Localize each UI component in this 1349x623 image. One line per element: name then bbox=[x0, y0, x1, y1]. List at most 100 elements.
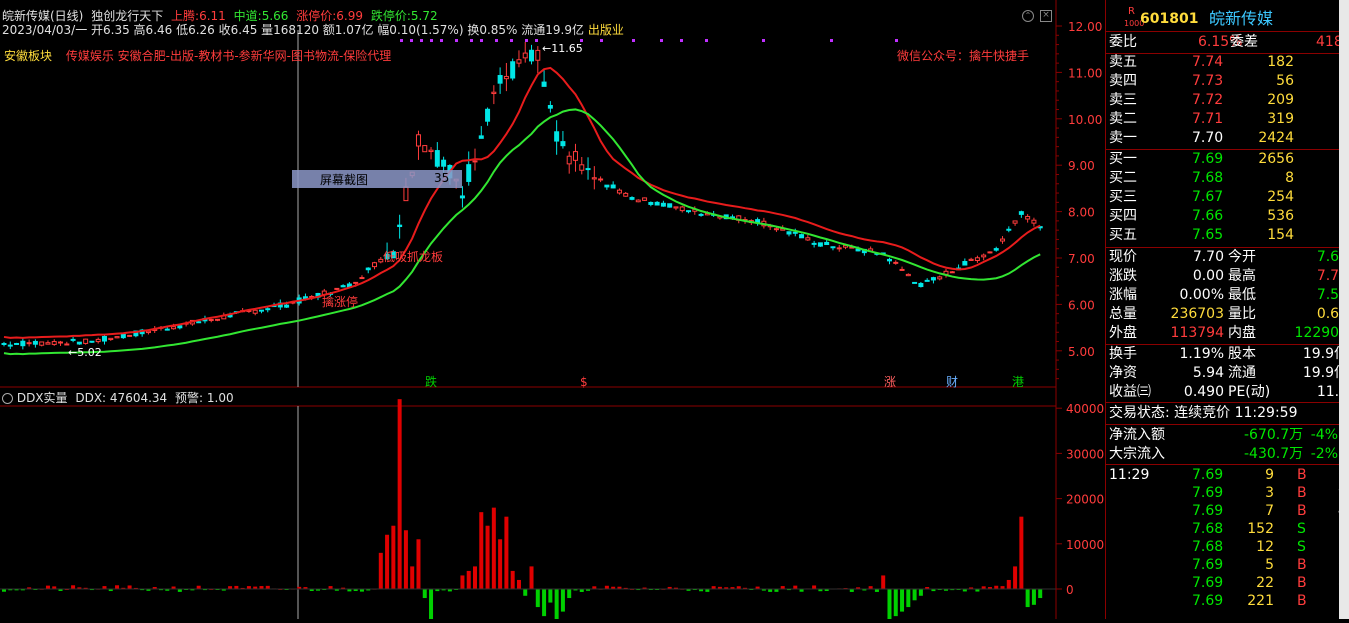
ddx-bar bbox=[516, 579, 521, 589]
stat-label: 量比 bbox=[1228, 306, 1256, 322]
candle-body bbox=[428, 149, 434, 153]
ask-price: 7.71 bbox=[1192, 111, 1224, 127]
bid-row: 买四 7.66 536 bbox=[1106, 207, 1349, 226]
candle-body bbox=[164, 328, 170, 331]
tag-line: 安徽板块 传媒娱乐 安徽合肥-出版-教材书-参新华网-图书物流-保险代理 bbox=[4, 49, 391, 63]
stat-value: 236703 bbox=[1170, 306, 1224, 322]
tick-price: 7.68 bbox=[1192, 521, 1224, 537]
stat-row: 涨跌 0.00 最高 7.75 bbox=[1106, 267, 1349, 286]
candle-body bbox=[127, 334, 133, 337]
chart-header: 皖新传媒(日线) 独创龙行天下 上腾:6.11 中道:5.66 涨停价:6.99… bbox=[2, 9, 438, 23]
sector-tag[interactable]: 安徽板块 bbox=[4, 49, 52, 63]
ddx-bar bbox=[887, 589, 892, 621]
tick-row: 7.697B4 bbox=[1106, 502, 1349, 521]
tick-row: 7.693B9 bbox=[1106, 484, 1349, 503]
signal-dot bbox=[600, 39, 603, 42]
tick-side: B bbox=[1297, 485, 1307, 501]
tick-row: 7.68152S5 bbox=[1106, 520, 1349, 539]
bid-price: 7.67 bbox=[1192, 189, 1224, 205]
candle-body bbox=[579, 164, 585, 171]
stat-value: 5.94 bbox=[1192, 365, 1224, 381]
bid-price: 7.65 bbox=[1192, 227, 1224, 243]
candle-body bbox=[824, 241, 830, 246]
price-tick-label: 8.00 bbox=[1068, 206, 1095, 220]
ddx-alert: 预警: 1.00 bbox=[175, 391, 234, 405]
ddx-bar bbox=[115, 585, 120, 589]
candle-body bbox=[529, 49, 535, 62]
stat-label: 净资 bbox=[1109, 365, 1137, 381]
candle-body bbox=[7, 344, 13, 347]
kline-chart-area[interactable]: 12.00 11.00 10.00 9.00 8.00 7.00 6.00 5.00 40000… bbox=[0, 0, 1105, 623]
candle-body bbox=[340, 285, 346, 288]
bid-label: 买二 bbox=[1109, 170, 1137, 186]
scrollbar[interactable] bbox=[1339, 0, 1349, 619]
candle-body bbox=[39, 341, 45, 346]
ddx-bar bbox=[491, 507, 496, 589]
ddx-bar bbox=[542, 589, 547, 617]
bar-info-line: 2023/04/03/一 开6.35 高6.46 低6.26 收6.45 量16… bbox=[2, 23, 624, 37]
tick-volume: 5 bbox=[1265, 557, 1274, 573]
stat-label: 流通 bbox=[1228, 365, 1256, 381]
tick-row: 11:297.699B6 bbox=[1106, 466, 1349, 485]
tick-price: 7.69 bbox=[1192, 557, 1224, 573]
screenshot-box[interactable]: 屏幕截图 35 bbox=[292, 170, 462, 188]
flow-pct: -4% bbox=[1310, 427, 1338, 443]
candle-body bbox=[786, 231, 792, 235]
bid-label: 买三 bbox=[1109, 189, 1137, 205]
candle-body bbox=[635, 199, 641, 203]
screenshot-number: 35 bbox=[434, 171, 450, 185]
tick-side: B bbox=[1297, 503, 1307, 519]
signal-dot bbox=[830, 39, 833, 42]
formula-name[interactable]: 独创龙行天下 bbox=[91, 9, 163, 23]
ask-volume: 209 bbox=[1267, 92, 1294, 108]
ask-row: 卖二 7.71 319 bbox=[1106, 110, 1349, 129]
candle-body bbox=[252, 309, 258, 314]
bid-price: 7.69 bbox=[1192, 151, 1224, 167]
candle-body bbox=[403, 186, 409, 202]
price-tick-label: 10.00 bbox=[1068, 113, 1102, 127]
tick-volume: 22 bbox=[1256, 575, 1274, 591]
signal-dot bbox=[430, 39, 433, 42]
stat-label: 总量 bbox=[1109, 306, 1137, 322]
signal-dot bbox=[420, 39, 423, 42]
stat-label: 最低 bbox=[1228, 287, 1256, 303]
candle-body bbox=[912, 281, 918, 284]
mid-value: 5.66 bbox=[261, 9, 289, 23]
limitdown-value: 5.72 bbox=[410, 9, 438, 23]
tick-row: 7.6812S5 bbox=[1106, 538, 1349, 557]
ddx-title[interactable]: DDX实量 bbox=[17, 391, 68, 405]
ddx-tick-label: 30000 bbox=[1066, 447, 1104, 461]
kline-chart[interactable]: 12.00 11.00 10.00 9.00 8.00 7.00 6.00 5.00 40000… bbox=[0, 0, 1105, 623]
ddx-bar bbox=[504, 516, 509, 589]
candle-body bbox=[993, 248, 999, 251]
candle-body bbox=[397, 224, 403, 228]
tick-price: 7.69 bbox=[1192, 575, 1224, 591]
candle-body bbox=[422, 145, 428, 153]
signal-label-longban: 低吸抓龙板 bbox=[383, 250, 443, 264]
price-tick-label: 5.00 bbox=[1068, 345, 1095, 359]
ddx-bar bbox=[422, 589, 427, 599]
settings-icon[interactable]: ⌃ bbox=[1022, 10, 1034, 22]
stat-label: 股本 bbox=[1228, 346, 1256, 362]
ask-price: 7.73 bbox=[1192, 73, 1224, 89]
candle-body bbox=[20, 340, 26, 347]
candle-body bbox=[510, 61, 516, 79]
candle-body bbox=[698, 213, 704, 216]
ddx-bar bbox=[429, 589, 434, 623]
candle-body bbox=[441, 159, 447, 167]
stat-value: 0.00% bbox=[1179, 287, 1224, 303]
candle-body bbox=[673, 206, 679, 209]
ddx-settings-icon[interactable] bbox=[2, 393, 13, 404]
candle-body bbox=[924, 279, 930, 282]
stat-label: 换手 bbox=[1109, 346, 1137, 362]
close-icon[interactable]: × bbox=[1040, 10, 1052, 22]
candle-body bbox=[51, 341, 57, 345]
signal-dot bbox=[495, 39, 498, 42]
signal-dot bbox=[580, 39, 583, 42]
ddx-bar bbox=[1006, 579, 1011, 589]
ddx-bar bbox=[523, 589, 528, 596]
candle-body bbox=[145, 330, 151, 334]
candle-body bbox=[120, 333, 126, 339]
signal-dot bbox=[510, 39, 513, 42]
signal-dot bbox=[470, 39, 473, 42]
